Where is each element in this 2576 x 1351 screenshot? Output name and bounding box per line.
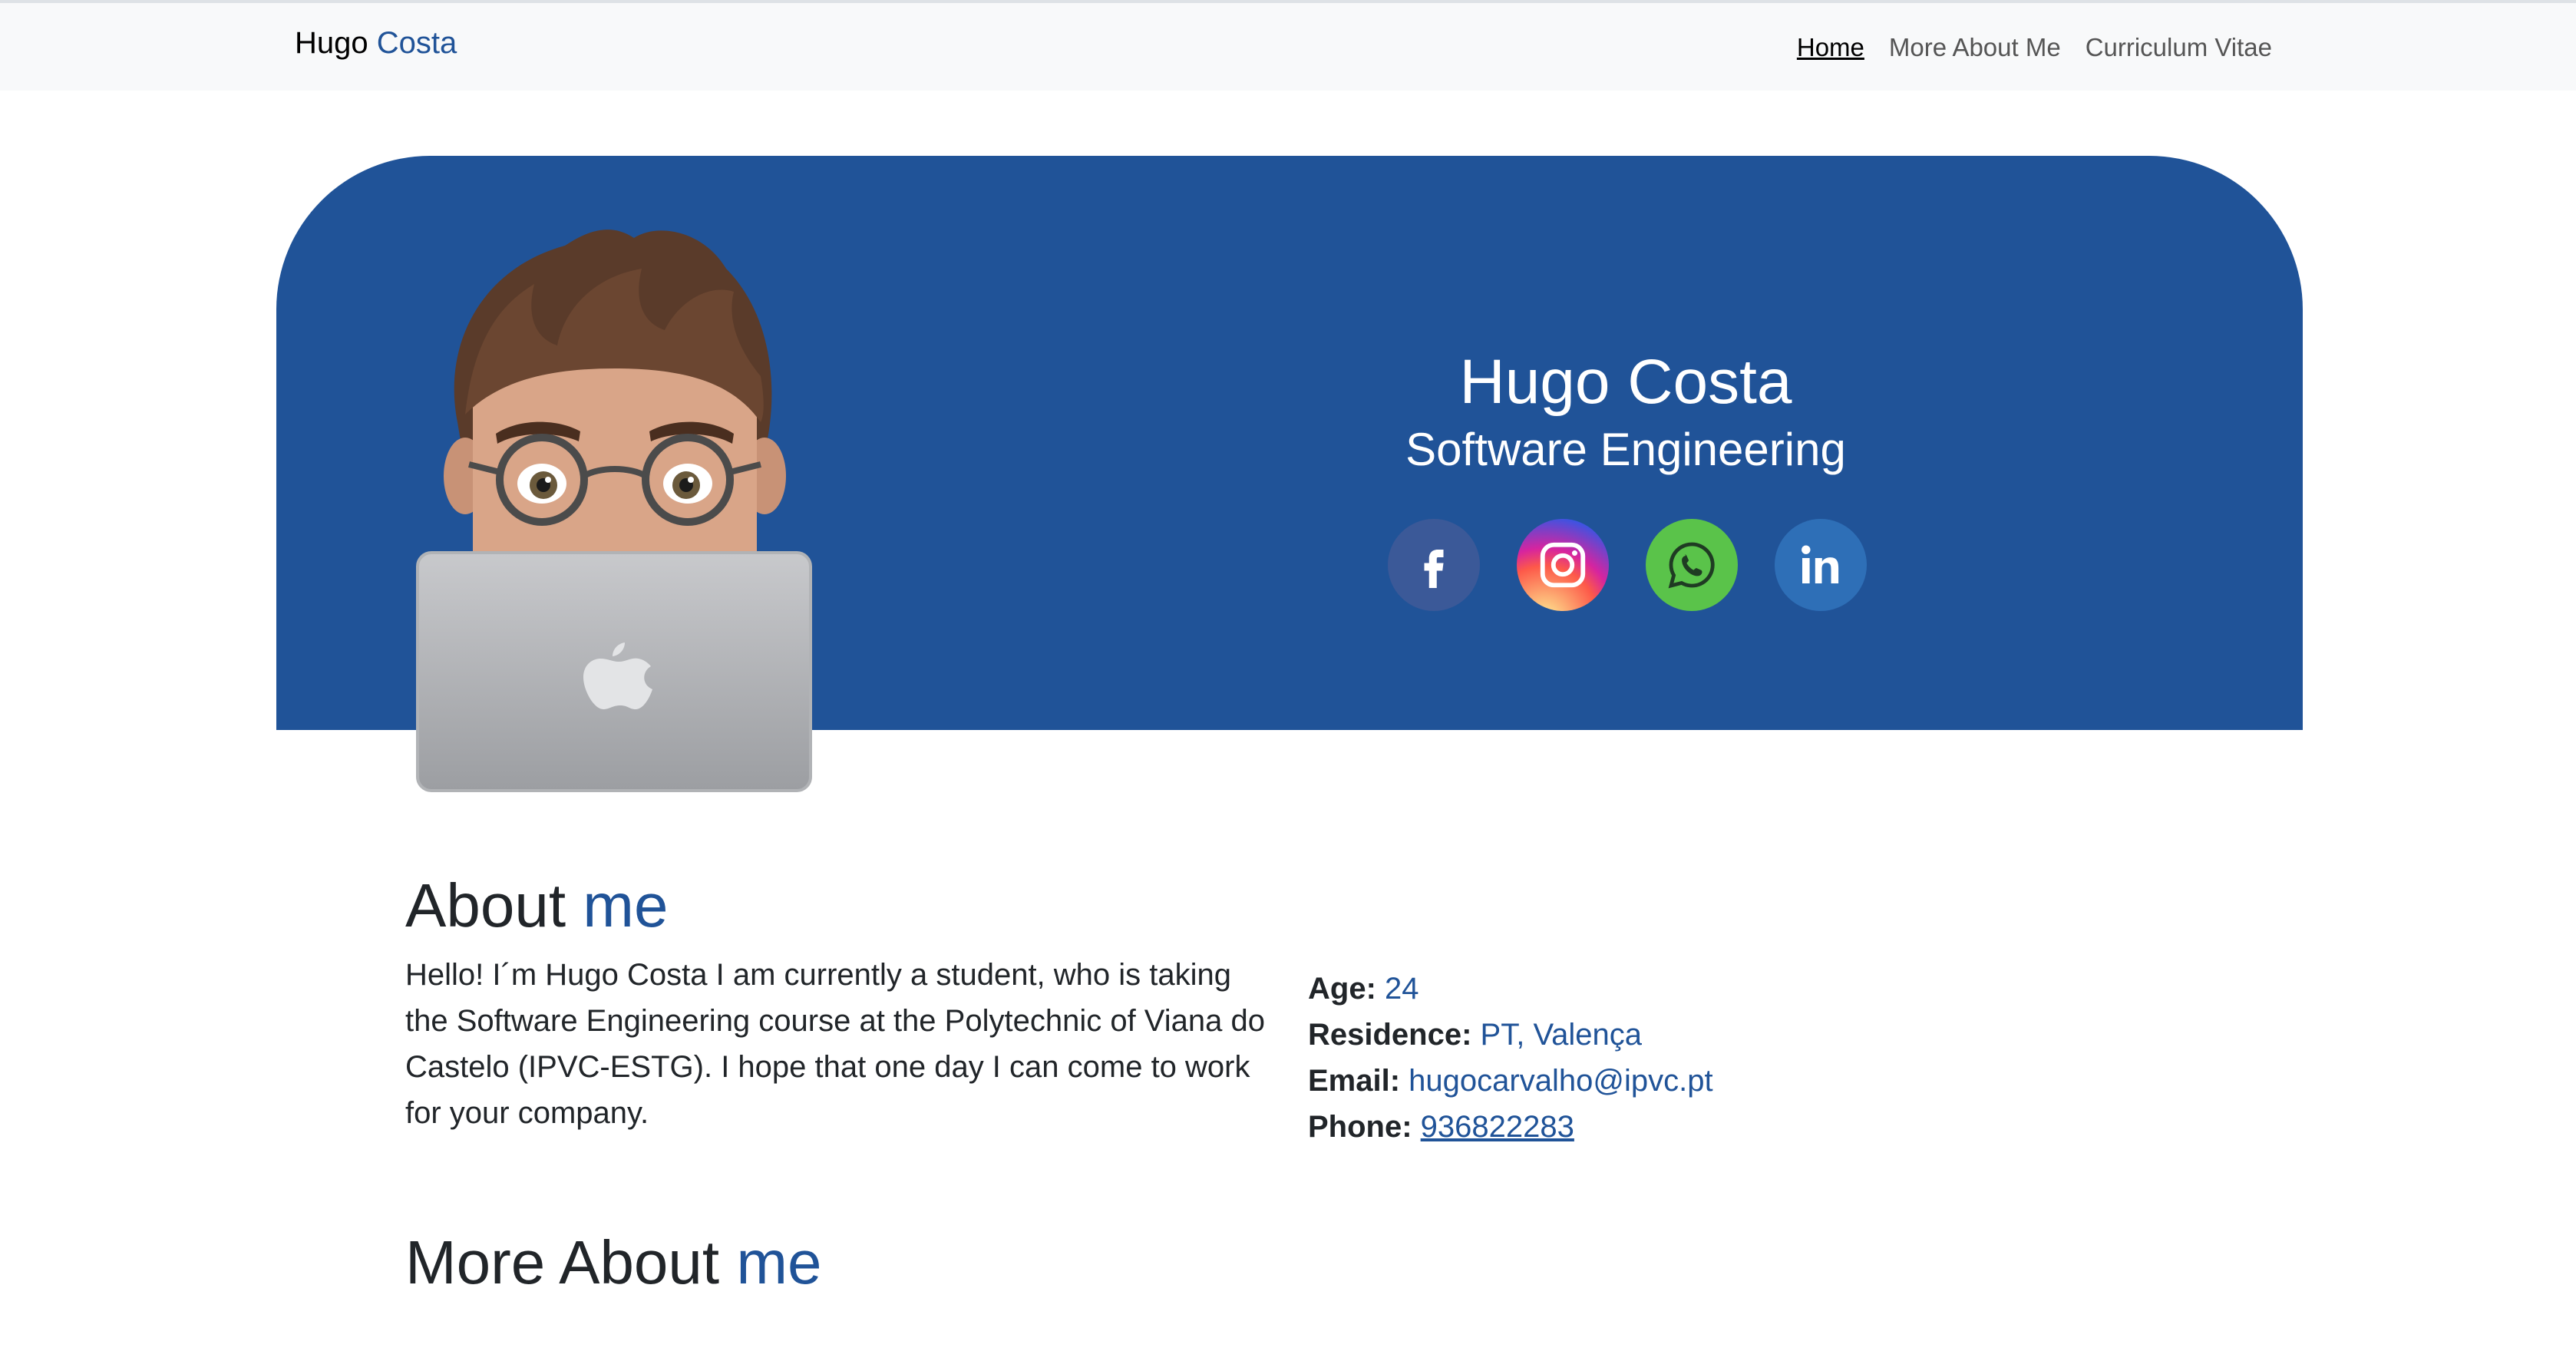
top-navbar: Hugo Costa Home More About Me Curriculum… — [0, 0, 2576, 91]
residence-value: PT, Valença — [1480, 1018, 1643, 1052]
avatar-memoji — [416, 230, 812, 792]
about-me-heading: About me — [405, 867, 668, 944]
about-title-accent: me — [583, 871, 669, 940]
hero-subtitle: Software Engineering — [1405, 424, 1846, 475]
email-label: Email: — [1308, 1064, 1401, 1098]
residence-label: Residence: — [1308, 1018, 1472, 1052]
instagram-icon — [1540, 542, 1586, 588]
nav-links: Home More About Me Curriculum Vitae — [1797, 31, 2272, 64]
whatsapp-icon — [1668, 542, 1715, 589]
linkedin-link[interactable] — [1775, 519, 1867, 611]
social-links — [1388, 519, 1867, 611]
whatsapp-link[interactable] — [1646, 519, 1738, 611]
brand-last-name: Costa — [376, 26, 457, 60]
more-about-title-accent: me — [736, 1228, 822, 1296]
more-about-title-first: More About — [405, 1228, 720, 1296]
about-me-text: Hello! I´m Hugo Costa I am currently a s… — [405, 958, 1265, 1130]
linkedin-icon — [1802, 545, 1839, 583]
nav-link-home[interactable]: Home — [1797, 31, 1864, 64]
facebook-link[interactable] — [1388, 519, 1480, 611]
age-label: Age: — [1308, 972, 1376, 1006]
instagram-link[interactable] — [1517, 519, 1609, 611]
brand-first-name: Hugo — [295, 26, 368, 60]
personal-info: Age: 24 Residence: PT, Valença Email: hu… — [1308, 966, 1713, 1150]
brand-logo[interactable]: Hugo Costa — [295, 21, 457, 64]
info-email: Email: hugocarvalho@ipvc.pt — [1308, 1058, 1713, 1104]
age-value: 24 — [1385, 972, 1419, 1006]
phone-link[interactable]: 936822283 — [1421, 1110, 1574, 1144]
info-phone: Phone: 936822283 — [1308, 1104, 1713, 1150]
facebook-icon — [1424, 550, 1444, 588]
phone-label: Phone: — [1308, 1110, 1412, 1144]
more-about-me-heading: More About me — [405, 1224, 822, 1301]
info-age: Age: 24 — [1308, 966, 1713, 1012]
hero-name: Hugo Costa — [1459, 347, 1792, 417]
nav-link-curriculum-vitae[interactable]: Curriculum Vitae — [2086, 31, 2272, 64]
about-title-first: About — [405, 871, 566, 940]
nav-link-more-about-me[interactable]: More About Me — [1889, 31, 2061, 64]
email-value[interactable]: hugocarvalho@ipvc.pt — [1409, 1064, 1712, 1098]
info-residence: Residence: PT, Valença — [1308, 1012, 1713, 1058]
